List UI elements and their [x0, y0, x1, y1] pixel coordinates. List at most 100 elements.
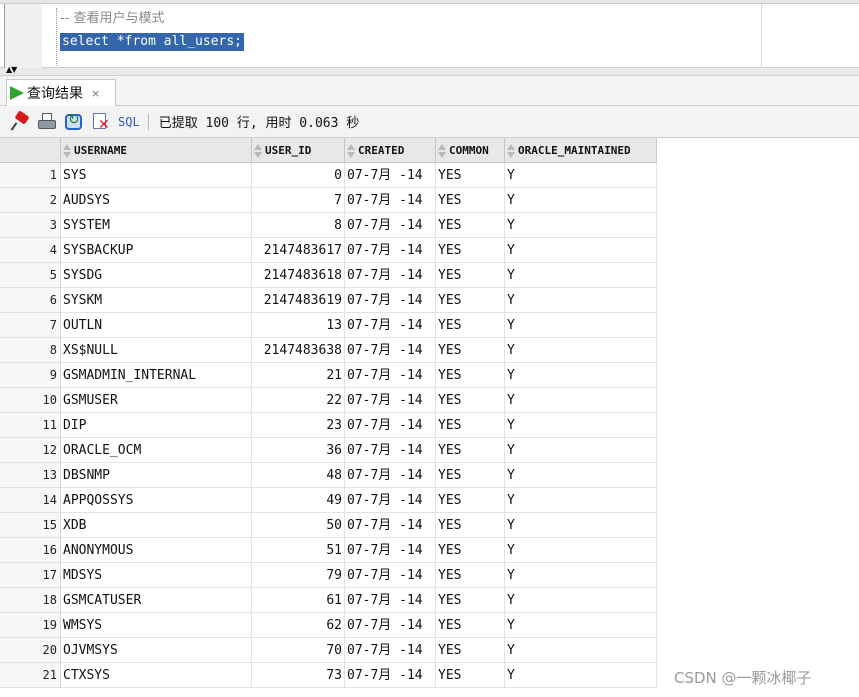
- table-row[interactable]: 4 SYSBACKUP 2147483617 07-7月 -14 YES Y: [0, 238, 657, 263]
- row-number[interactable]: 19: [0, 613, 61, 638]
- cell-oracle-maintained[interactable]: Y: [505, 663, 657, 688]
- cell-oracle-maintained[interactable]: Y: [505, 563, 657, 588]
- cell-user-id[interactable]: 62: [252, 613, 345, 638]
- cell-common[interactable]: YES: [436, 438, 505, 463]
- row-number[interactable]: 3: [0, 213, 61, 238]
- cell-username[interactable]: AUDSYS: [61, 188, 252, 213]
- row-number[interactable]: 9: [0, 363, 61, 388]
- cell-common[interactable]: YES: [436, 238, 505, 263]
- table-row[interactable]: 16 ANONYMOUS 51 07-7月 -14 YES Y: [0, 538, 657, 563]
- cell-oracle-maintained[interactable]: Y: [505, 613, 657, 638]
- cell-username[interactable]: ORACLE_OCM: [61, 438, 252, 463]
- cell-created[interactable]: 07-7月 -14: [345, 413, 436, 438]
- row-number[interactable]: 21: [0, 663, 61, 688]
- table-row[interactable]: 18 GSMCATUSER 61 07-7月 -14 YES Y: [0, 588, 657, 613]
- cell-user-id[interactable]: 49: [252, 488, 345, 513]
- table-row[interactable]: 10 GSMUSER 22 07-7月 -14 YES Y: [0, 388, 657, 413]
- cell-created[interactable]: 07-7月 -14: [345, 588, 436, 613]
- cell-created[interactable]: 07-7月 -14: [345, 363, 436, 388]
- cell-common[interactable]: YES: [436, 263, 505, 288]
- cell-username[interactable]: DBSNMP: [61, 463, 252, 488]
- row-number[interactable]: 10: [0, 388, 61, 413]
- print-icon[interactable]: [37, 112, 57, 132]
- cell-user-id[interactable]: 73: [252, 663, 345, 688]
- cell-username[interactable]: CTXSYS: [61, 663, 252, 688]
- row-number[interactable]: 6: [0, 288, 61, 313]
- cell-common[interactable]: YES: [436, 638, 505, 663]
- table-row[interactable]: 7 OUTLN 13 07-7月 -14 YES Y: [0, 313, 657, 338]
- cell-username[interactable]: GSMADMIN_INTERNAL: [61, 363, 252, 388]
- cell-user-id[interactable]: 2147483618: [252, 263, 345, 288]
- cell-username[interactable]: WMSYS: [61, 613, 252, 638]
- cell-oracle-maintained[interactable]: Y: [505, 238, 657, 263]
- cell-username[interactable]: MDSYS: [61, 563, 252, 588]
- table-row[interactable]: 13 DBSNMP 48 07-7月 -14 YES Y: [0, 463, 657, 488]
- cell-user-id[interactable]: 2147483619: [252, 288, 345, 313]
- cell-username[interactable]: APPQOSSYS: [61, 488, 252, 513]
- cell-common[interactable]: YES: [436, 188, 505, 213]
- clear-icon[interactable]: ✕: [91, 112, 111, 133]
- cell-user-id[interactable]: 23: [252, 413, 345, 438]
- table-row[interactable]: 12 ORACLE_OCM 36 07-7月 -14 YES Y: [0, 438, 657, 463]
- pin-icon[interactable]: [10, 109, 30, 132]
- row-number[interactable]: 4: [0, 238, 61, 263]
- cell-created[interactable]: 07-7月 -14: [345, 338, 436, 363]
- sql-editor[interactable]: -- 查看用户与模式 select *from all_users;: [0, 0, 859, 68]
- row-number[interactable]: 16: [0, 538, 61, 563]
- cell-created[interactable]: 07-7月 -14: [345, 313, 436, 338]
- cell-user-id[interactable]: 2147483638: [252, 338, 345, 363]
- cell-created[interactable]: 07-7月 -14: [345, 238, 436, 263]
- sort-icon[interactable]: [507, 143, 515, 158]
- cell-common[interactable]: YES: [436, 288, 505, 313]
- row-number[interactable]: 20: [0, 638, 61, 663]
- collapse-arrows-icon[interactable]: ▲▼: [6, 65, 17, 74]
- cell-user-id[interactable]: 70: [252, 638, 345, 663]
- cell-username[interactable]: SYSKM: [61, 288, 252, 313]
- cell-common[interactable]: YES: [436, 613, 505, 638]
- cell-user-id[interactable]: 48: [252, 463, 345, 488]
- cell-common[interactable]: YES: [436, 563, 505, 588]
- cell-user-id[interactable]: 22: [252, 388, 345, 413]
- column-header-created[interactable]: CREATED: [345, 138, 436, 163]
- cell-created[interactable]: 07-7月 -14: [345, 638, 436, 663]
- sql-query-line-selected[interactable]: select *from all_users;: [60, 33, 245, 51]
- cell-oracle-maintained[interactable]: Y: [505, 413, 657, 438]
- cell-user-id[interactable]: 13: [252, 313, 345, 338]
- cell-common[interactable]: YES: [436, 163, 505, 188]
- cell-created[interactable]: 07-7月 -14: [345, 563, 436, 588]
- cell-created[interactable]: 07-7月 -14: [345, 613, 436, 638]
- column-header-username[interactable]: USERNAME: [61, 138, 252, 163]
- cell-username[interactable]: OJVMSYS: [61, 638, 252, 663]
- row-number[interactable]: 14: [0, 488, 61, 513]
- tab-close-icon[interactable]: ×: [91, 87, 100, 100]
- cell-common[interactable]: YES: [436, 538, 505, 563]
- cell-oracle-maintained[interactable]: Y: [505, 463, 657, 488]
- cell-common[interactable]: YES: [436, 513, 505, 538]
- cell-oracle-maintained[interactable]: Y: [505, 363, 657, 388]
- cell-oracle-maintained[interactable]: Y: [505, 388, 657, 413]
- cell-oracle-maintained[interactable]: Y: [505, 213, 657, 238]
- cell-user-id[interactable]: 61: [252, 588, 345, 613]
- pane-splitter[interactable]: ▲▼: [0, 65, 859, 76]
- cell-common[interactable]: YES: [436, 213, 505, 238]
- cell-user-id[interactable]: 8: [252, 213, 345, 238]
- cell-user-id[interactable]: 51: [252, 538, 345, 563]
- row-number[interactable]: 13: [0, 463, 61, 488]
- result-grid[interactable]: USERNAME USER_ID CREATED COMMON ORACLE_M…: [0, 138, 859, 697]
- cell-oracle-maintained[interactable]: Y: [505, 438, 657, 463]
- cell-oracle-maintained[interactable]: Y: [505, 513, 657, 538]
- sql-button[interactable]: SQL: [118, 115, 140, 129]
- table-row[interactable]: 5 SYSDG 2147483618 07-7月 -14 YES Y: [0, 263, 657, 288]
- row-number[interactable]: 11: [0, 413, 61, 438]
- row-number[interactable]: 7: [0, 313, 61, 338]
- cell-created[interactable]: 07-7月 -14: [345, 663, 436, 688]
- tab-query-result[interactable]: 查询结果 ×: [6, 79, 116, 106]
- cell-user-id[interactable]: 0: [252, 163, 345, 188]
- table-row[interactable]: 11 DIP 23 07-7月 -14 YES Y: [0, 413, 657, 438]
- table-row[interactable]: 20 OJVMSYS 70 07-7月 -14 YES Y: [0, 638, 657, 663]
- sort-icon[interactable]: [438, 143, 446, 158]
- cell-created[interactable]: 07-7月 -14: [345, 263, 436, 288]
- table-row[interactable]: 19 WMSYS 62 07-7月 -14 YES Y: [0, 613, 657, 638]
- row-number[interactable]: 1: [0, 163, 61, 188]
- cell-username[interactable]: SYSBACKUP: [61, 238, 252, 263]
